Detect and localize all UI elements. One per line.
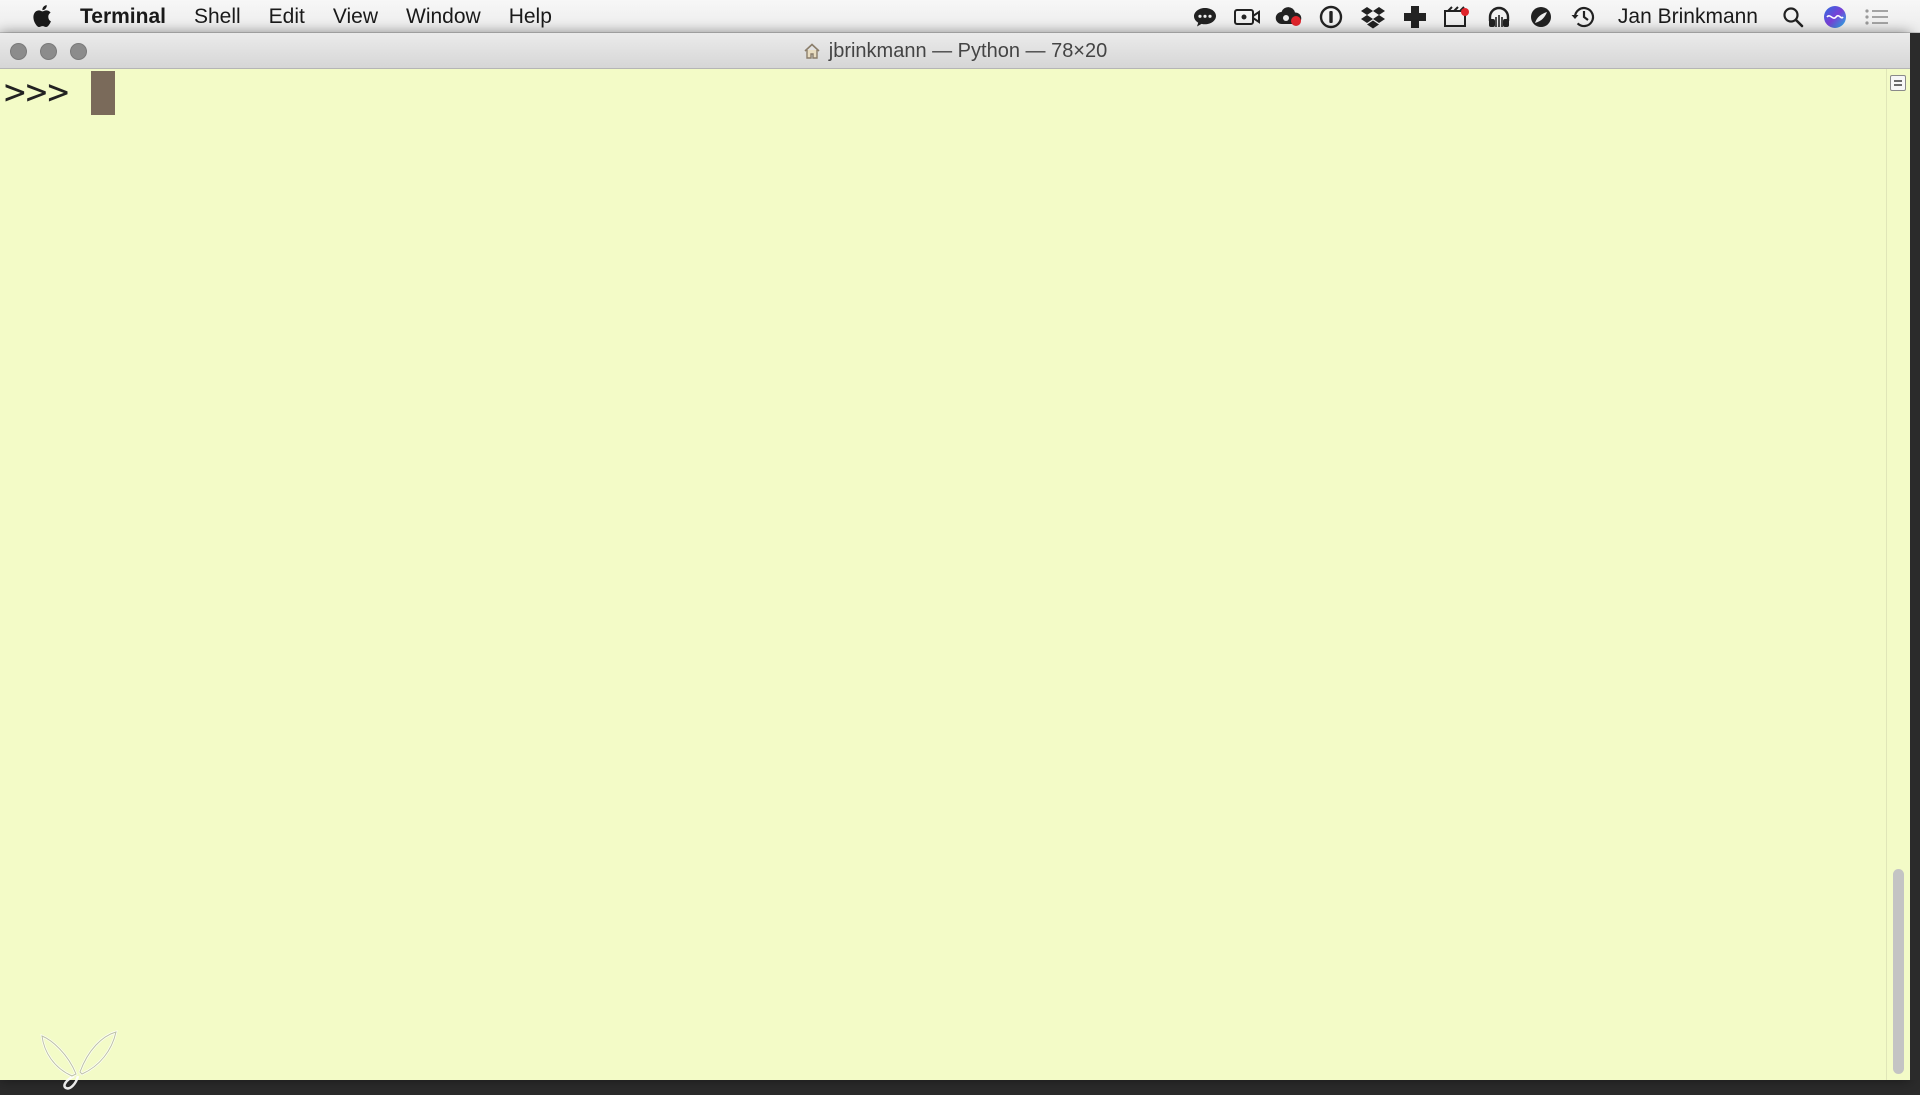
menu-shell[interactable]: Shell <box>180 0 255 33</box>
onepassword-icon[interactable] <box>1316 0 1346 33</box>
vertical-scrollbar[interactable] <box>1886 69 1910 1080</box>
window-titlebar[interactable]: jbrinkmann — Python — 78×20 <box>0 33 1910 69</box>
terminal-line: >>> <box>4 71 116 115</box>
apple-logo-icon[interactable] <box>24 0 60 33</box>
split-pane-icon[interactable] <box>1890 75 1906 91</box>
menu-window[interactable]: Window <box>392 0 495 33</box>
screen-record-icon[interactable] <box>1442 0 1472 33</box>
python-prompt: >>> <box>4 72 70 113</box>
siri-icon[interactable] <box>1820 0 1850 33</box>
terminal-content[interactable]: >>> <box>0 69 1910 1090</box>
dropbox-icon[interactable] <box>1358 0 1388 33</box>
headphones-icon[interactable] <box>1484 0 1514 33</box>
status-menu-area: Jan Brinkmann <box>1184 0 1898 33</box>
butterfly-logo-icon <box>38 1014 118 1095</box>
window-title: jbrinkmann — Python — 78×20 <box>0 33 1910 69</box>
search-icon[interactable] <box>1778 0 1808 33</box>
leaf-icon[interactable] <box>1526 0 1556 33</box>
menu-app-terminal[interactable]: Terminal <box>60 0 180 33</box>
user-name[interactable]: Jan Brinkmann <box>1604 5 1772 29</box>
desktop-edge <box>1910 33 1920 1080</box>
menu-help[interactable]: Help <box>495 0 566 33</box>
menu-bar: Terminal Shell Edit View Window Help Jan… <box>0 0 1920 33</box>
terminal-window: jbrinkmann — Python — 78×20 >>> <box>0 33 1910 1090</box>
creative-cloud-icon[interactable] <box>1274 0 1304 33</box>
text-cursor <box>91 71 116 115</box>
menu-edit[interactable]: Edit <box>255 0 319 33</box>
menu-view[interactable]: View <box>319 0 392 33</box>
scrollbar-thumb[interactable] <box>1893 869 1904 1074</box>
window-title-text: jbrinkmann — Python — 78×20 <box>828 39 1108 62</box>
list-icon[interactable] <box>1862 0 1892 33</box>
video-camera-icon[interactable] <box>1232 0 1262 33</box>
home-folder-icon <box>803 42 821 60</box>
time-machine-icon[interactable] <box>1568 0 1598 33</box>
plus-cross-icon[interactable] <box>1400 0 1430 33</box>
chat-bubble-icon[interactable] <box>1190 0 1220 33</box>
